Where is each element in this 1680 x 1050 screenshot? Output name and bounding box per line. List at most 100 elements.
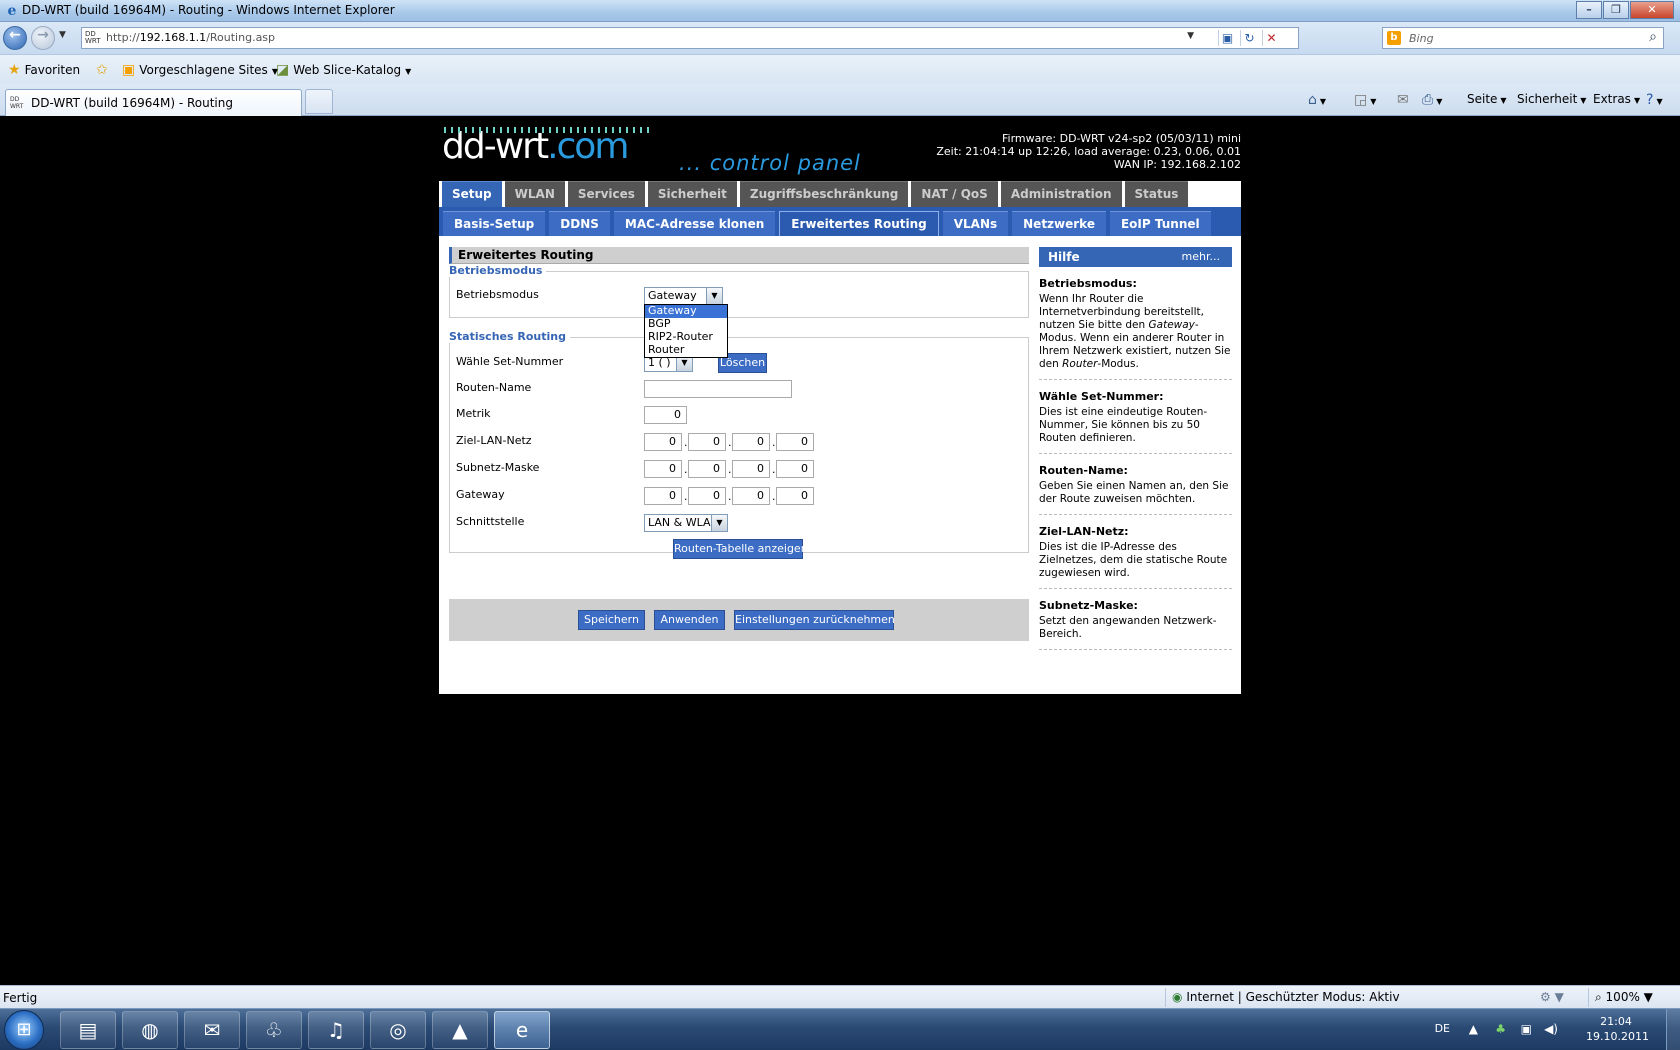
- itunes-taskbar-icon[interactable]: ♫: [308, 1011, 364, 1049]
- add-favorite-icon: ✩: [96, 62, 108, 78]
- thunderbird-taskbar-icon[interactable]: ✉: [184, 1011, 240, 1049]
- app-taskbar-icon[interactable]: ♧: [246, 1011, 302, 1049]
- protected-mode-icon[interactable]: ⚙ ▼: [1540, 990, 1564, 1004]
- reset-settings-button[interactable]: Einstellungen zurücknehmen: [734, 610, 895, 630]
- extras-menu[interactable]: Extras ▼: [1593, 92, 1640, 106]
- subtab-networks[interactable]: Netzwerke: [1012, 211, 1106, 236]
- subtab-eoip-tunnel[interactable]: EoIP Tunnel: [1109, 211, 1211, 236]
- explorer-taskbar-icon[interactable]: ▤: [60, 1011, 116, 1049]
- compatibility-view-icon[interactable]: ▣: [1218, 30, 1236, 46]
- metric-input[interactable]: 0: [644, 406, 687, 424]
- tab-title: DD-WRT (build 16964M) - Routing: [31, 96, 233, 110]
- zoom-level[interactable]: ⌕ 100% ▼: [1588, 988, 1653, 1007]
- home-button[interactable]: ⌂ ▼: [1308, 92, 1326, 108]
- form-button-bar: Speichern Anwenden Einstellungen zurückn…: [449, 599, 1029, 641]
- feeds-button[interactable]: ◲ ▼: [1354, 92, 1376, 108]
- mail-icon: ✉: [1397, 92, 1409, 108]
- dest-lan-octet-2[interactable]: 0: [688, 433, 726, 451]
- help-icon: ?: [1646, 92, 1654, 108]
- operating-mode-select[interactable]: Gateway ▼: [644, 287, 723, 305]
- back-button[interactable]: ←: [3, 26, 27, 50]
- show-routing-table-button[interactable]: Routen-Tabelle anzeigen: [673, 539, 808, 559]
- subtab-basic-setup[interactable]: Basis-Setup: [443, 211, 546, 236]
- route-name-input[interactable]: [644, 380, 792, 398]
- dest-lan-octet-1[interactable]: 0: [644, 433, 682, 451]
- tab-nat-qos[interactable]: NAT / QoS: [911, 181, 998, 207]
- browser-tab-active[interactable]: DD WRT DD-WRT (build 16964M) - Routing: [5, 89, 302, 116]
- search-field[interactable]: b Bing ⌕: [1382, 27, 1664, 49]
- close-window-button[interactable]: ✕: [1630, 1, 1674, 19]
- show-desktop-button[interactable]: [1666, 1009, 1680, 1050]
- tray-app-icon[interactable]: ♣: [1495, 1022, 1506, 1036]
- chevron-down-icon: ▼: [706, 288, 722, 304]
- maps-taskbar-icon[interactable]: ◎: [370, 1011, 426, 1049]
- gateway-octet-3[interactable]: 0: [732, 487, 770, 505]
- apply-button[interactable]: Anwenden: [654, 610, 725, 630]
- firefox-taskbar-icon[interactable]: ◍: [122, 1011, 178, 1049]
- restore-button[interactable]: ❐: [1603, 1, 1629, 19]
- network-icon[interactable]: ▣: [1521, 1022, 1532, 1036]
- history-dropdown-icon[interactable]: ▼: [59, 30, 66, 40]
- tab-wlan[interactable]: WLAN: [504, 181, 565, 207]
- address-field[interactable]: DD WRT http://192.168.1.1/Routing.asp ▼ ▣…: [81, 27, 1299, 49]
- new-tab-button[interactable]: [305, 89, 333, 114]
- show-hidden-icons-icon[interactable]: ▲: [1469, 1022, 1478, 1036]
- dest-lan-octet-4[interactable]: 0: [776, 433, 814, 451]
- suggested-sites-link[interactable]: ▣ Vorgeschlagene Sites ▼: [122, 62, 278, 78]
- subnet-octet-2[interactable]: 0: [688, 460, 726, 478]
- refresh-icon[interactable]: ↻: [1240, 30, 1258, 46]
- volume-icon[interactable]: ◀): [1544, 1022, 1558, 1036]
- internet-explorer-taskbar-icon[interactable]: e: [494, 1011, 550, 1049]
- help-button[interactable]: ? ▼: [1646, 92, 1663, 108]
- subtab-advanced-routing[interactable]: Erweitertes Routing: [779, 211, 939, 236]
- gateway-octet-4[interactable]: 0: [776, 487, 814, 505]
- main-content: Erweitertes Routing: [449, 247, 1029, 264]
- start-button[interactable]: ⊞: [4, 1010, 44, 1050]
- favorites-button[interactable]: ★ Favoriten: [8, 62, 80, 78]
- subnet-octet-4[interactable]: 0: [776, 460, 814, 478]
- help-more-link[interactable]: mehr...: [1182, 247, 1220, 267]
- page-menu[interactable]: Seite ▼: [1467, 92, 1507, 106]
- security-zone[interactable]: ◉ Internet | Geschützter Modus: Aktiv: [1165, 988, 1400, 1007]
- security-menu[interactable]: Sicherheit ▼: [1517, 92, 1586, 106]
- clock[interactable]: 21:04 19.10.2011: [1586, 1014, 1649, 1044]
- ddwrt-header: dd-wrt.com ... control panel Firmware: D…: [439, 121, 1241, 181]
- search-icon[interactable]: ⌕: [1649, 29, 1657, 45]
- subnet-octet-3[interactable]: 0: [732, 460, 770, 478]
- search-placeholder[interactable]: Bing: [1409, 32, 1434, 45]
- url-dropdown-icon[interactable]: ▼: [1187, 31, 1194, 41]
- web-slice-link[interactable]: ◪ Web Slice-Katalog ▼: [276, 62, 411, 78]
- subtab-vlans[interactable]: VLANs: [942, 211, 1009, 236]
- tab-security[interactable]: Sicherheit: [647, 181, 737, 207]
- star-icon: ★: [8, 62, 21, 78]
- gateway-octet-1[interactable]: 0: [644, 487, 682, 505]
- chevron-down-icon: ▼: [711, 515, 727, 531]
- tab-status[interactable]: Status: [1124, 181, 1189, 207]
- firmware-text: Firmware: DD-WRT v24-sp2 (05/03/11) mini: [1002, 132, 1241, 145]
- subnet-mask-label: Subnetz-Maske: [456, 461, 540, 474]
- tab-setup[interactable]: Setup: [442, 181, 502, 207]
- url-text[interactable]: http://192.168.1.1/Routing.asp: [106, 31, 275, 44]
- save-button[interactable]: Speichern: [578, 610, 645, 630]
- subtab-ddns[interactable]: DDNS: [549, 211, 610, 236]
- gateway-octet-2[interactable]: 0: [688, 487, 726, 505]
- mail-button[interactable]: ✉: [1397, 92, 1409, 108]
- tab-access-restrictions[interactable]: Zugriffsbeschränkung: [739, 181, 909, 207]
- tab-services[interactable]: Services: [567, 181, 645, 207]
- tab-administration[interactable]: Administration: [1000, 181, 1122, 207]
- subnet-octet-1[interactable]: 0: [644, 460, 682, 478]
- dest-lan-octet-3[interactable]: 0: [732, 433, 770, 451]
- stop-icon[interactable]: ✕: [1262, 30, 1280, 46]
- help-block-route-name: Routen-Name: Geben Sie einen Namen an, d…: [1039, 454, 1232, 515]
- language-indicator[interactable]: DE: [1435, 1022, 1450, 1035]
- print-button[interactable]: ⎙ ▼: [1422, 92, 1442, 108]
- dropdown-option-router[interactable]: Router: [645, 344, 727, 357]
- favorites-bar: ★ Favoriten ✩ ▣ Vorgeschlagene Sites ▼ ◪ Web…: [0, 54, 1680, 84]
- subtab-mac-clone[interactable]: MAC-Adresse klonen: [613, 211, 776, 236]
- vlc-taskbar-icon[interactable]: ▲: [432, 1011, 488, 1049]
- interface-select[interactable]: LAN & WLAN ▼: [644, 514, 728, 532]
- help-block-operating-mode: Betriebsmodus: Wenn Ihr Router die Inter…: [1039, 267, 1232, 380]
- add-favorite-button[interactable]: ✩: [96, 62, 112, 78]
- forward-button[interactable]: →: [31, 26, 55, 50]
- minimize-button[interactable]: –: [1576, 1, 1602, 19]
